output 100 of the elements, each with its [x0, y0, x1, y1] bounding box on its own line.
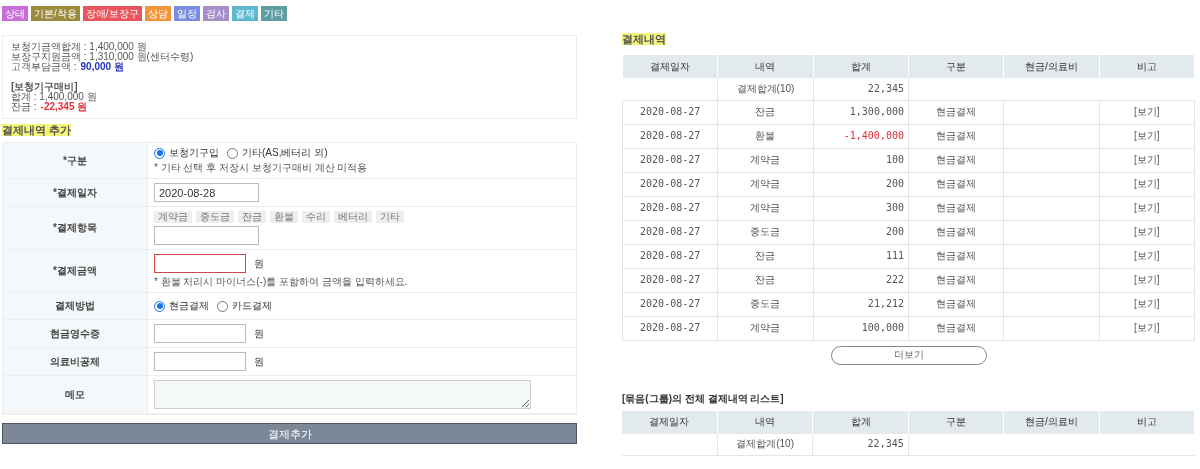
table-cell: 300: [813, 196, 909, 220]
summary-value: -22,345 원: [40, 102, 88, 112]
item-chip[interactable]: 기타: [376, 211, 404, 223]
table-cell: 22,345: [812, 433, 909, 456]
section-title: 결제내역 추가: [2, 124, 72, 136]
hint-text: * 기타 선택 후 저장시 보청기구매비 계산 미적용: [154, 162, 368, 174]
column-header: 내역: [717, 410, 813, 434]
category-tag[interactable]: 기타: [260, 6, 287, 21]
table-cell: 현금결제: [908, 124, 1004, 148]
field-label: 메모: [65, 388, 85, 401]
text-field[interactable]: [154, 352, 246, 371]
column-header: 구분: [908, 55, 1004, 78]
field-label: 결제방법: [55, 300, 95, 312]
section-title: 결제내역: [622, 33, 666, 45]
table-cell: 잔금: [717, 100, 814, 124]
column-header: 합계: [812, 410, 909, 434]
table-cell: 2020-08-27: [622, 220, 718, 244]
text-field[interactable]: 2020-08-28: [154, 183, 259, 202]
view-link[interactable]: [보기]: [1134, 106, 1160, 117]
table-cell: 200: [813, 172, 909, 196]
view-link[interactable]: [보기]: [1134, 250, 1160, 261]
view-link[interactable]: [보기]: [1134, 274, 1160, 285]
radio-label: 카드결제: [232, 300, 272, 312]
category-tag[interactable]: 기본/착용: [31, 6, 80, 21]
table-cell: 2020-08-27: [622, 124, 718, 148]
unit-label: 원: [254, 327, 264, 340]
table-cell: 계약금: [717, 316, 814, 340]
item-chip[interactable]: 환불: [270, 211, 298, 223]
summary-text: 합계 : 1,400,000 원: [11, 92, 98, 102]
memo-field[interactable]: [154, 380, 531, 409]
category-tag[interactable]: 일정: [173, 6, 200, 21]
view-link[interactable]: [보기]: [1134, 154, 1160, 165]
table-cell: 2020-08-27: [622, 292, 718, 316]
table-cell: 2020-08-27: [622, 316, 718, 340]
table-cell: 1,300,000: [813, 100, 909, 124]
table-cell: 2020-08-27: [622, 172, 718, 196]
table-cell: 2020-08-27: [622, 148, 718, 172]
table-cell: 현금결제: [908, 148, 1004, 172]
table-cell: 2020-08-27: [622, 244, 718, 268]
view-link[interactable]: [보기]: [1134, 130, 1160, 141]
radio-label: 현금결제: [169, 300, 209, 312]
unit-label: 원: [254, 355, 264, 368]
radio-label: 보청기구입: [169, 147, 219, 159]
table-cell: 결제합계(10): [717, 78, 814, 100]
category-tag[interactable]: 검사: [202, 6, 229, 21]
item-chip[interactable]: 계약금: [154, 211, 192, 223]
text-field[interactable]: [154, 324, 246, 343]
table-cell: 100: [813, 148, 909, 172]
view-link[interactable]: [보기]: [1134, 322, 1160, 333]
category-tag[interactable]: 장애/보장구: [82, 6, 142, 21]
column-header: 비고: [1099, 55, 1195, 78]
item-chip[interactable]: 잔금: [238, 211, 266, 223]
table-cell: 현금결제: [908, 196, 1004, 220]
column-header: 내역: [717, 55, 814, 78]
summary-label: 고객부담금액 :: [11, 62, 77, 72]
category-tag[interactable]: 상태: [2, 6, 28, 21]
field-label: 의료비공제: [50, 355, 100, 368]
view-link[interactable]: [보기]: [1134, 202, 1160, 213]
table-cell: 계약금: [717, 196, 814, 220]
table-cell: 현금결제: [908, 220, 1004, 244]
category-tag[interactable]: 상담: [144, 6, 171, 21]
table-cell: 22,345: [813, 78, 909, 100]
item-chip[interactable]: 수리: [302, 211, 330, 223]
section-title: [묶음(그룹)의 전체 결제내역 리스트]: [622, 392, 785, 405]
text-field[interactable]: [154, 254, 246, 273]
table-cell: 현금결제: [908, 316, 1004, 340]
column-header: 결제일자: [622, 55, 718, 78]
table-cell: 계약금: [717, 148, 814, 172]
column-header: 현금/의료비: [1003, 410, 1100, 434]
table-cell: 2020-08-27: [622, 196, 718, 220]
view-link[interactable]: [보기]: [1134, 298, 1160, 309]
table-cell: 현금결제: [908, 244, 1004, 268]
table-cell: 2020-08-27: [622, 268, 718, 292]
summary-text: 보장구지원금액 : 1,310,000 원(센터수령): [11, 52, 195, 62]
item-chip[interactable]: 베터리: [334, 211, 372, 223]
view-link[interactable]: [보기]: [1134, 178, 1160, 189]
table-cell: 100,000: [813, 316, 909, 340]
category-tag[interactable]: 결제: [231, 6, 258, 21]
hint-text: * 환불 처리시 마이너스(-)를 포함하여 금액을 입력하세요.: [154, 276, 408, 288]
field-label: *결제일자: [53, 186, 97, 199]
summary-label: 잔금 :: [11, 102, 37, 112]
view-link[interactable]: [보기]: [1134, 226, 1160, 237]
column-header: 결제일자: [622, 410, 718, 434]
field-label: *결제항목: [53, 222, 97, 234]
table-cell: -1,400,000: [813, 124, 909, 148]
table-cell: 결제합계(10): [717, 433, 813, 456]
field-label: *결제금액: [53, 265, 97, 277]
submit-button[interactable]: 결제추가: [2, 423, 577, 444]
summary-value: 90,000 원: [80, 62, 124, 72]
text-field[interactable]: [154, 226, 259, 245]
item-chip[interactable]: 중도금: [196, 211, 234, 223]
unit-label: 원: [254, 257, 264, 270]
column-header: 비고: [1099, 410, 1195, 434]
table-cell: 현금결제: [908, 172, 1004, 196]
field-label: *구분: [63, 154, 87, 167]
table-cell: 잔금: [717, 244, 814, 268]
table-cell: 잔금: [717, 268, 814, 292]
table-cell: 21,212: [813, 292, 909, 316]
table-cell: 중도금: [717, 220, 814, 244]
summary-text: 보청기금액합계 : 1,400,000 원: [11, 42, 147, 52]
